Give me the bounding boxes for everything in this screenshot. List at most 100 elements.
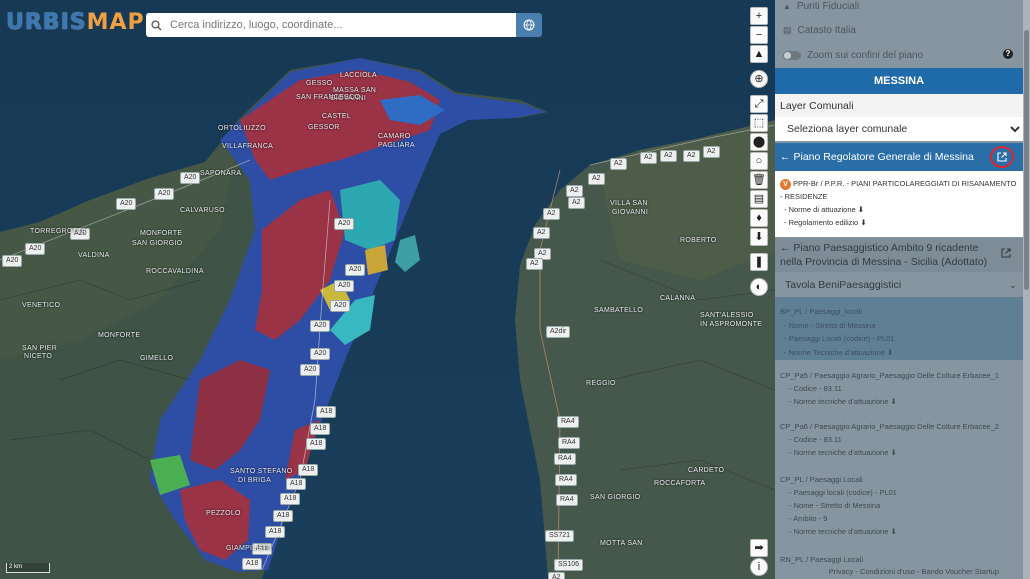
variant-badge: V (780, 178, 791, 190)
catasto-italia-row[interactable]: ▤ Catasto Italia (775, 22, 1023, 38)
search-bar (146, 13, 542, 37)
download-button[interactable]: ⬇ (750, 228, 768, 246)
arrow-left-icon: ← (780, 151, 791, 163)
group-line-link[interactable]: - Norme tecniche d'attuazione ⬇ (780, 446, 1018, 459)
measure-line-button[interactable]: ⤢ (750, 95, 768, 113)
place-label: SAN GIORGIO (132, 240, 183, 247)
place-label: CASTEL (322, 113, 352, 120)
place-label: SANTO STEFANO (230, 468, 293, 475)
place-label: CALVARUSO (180, 207, 225, 214)
prg-body: V PPR-Br / P.P.R. - PIANI PARTICOLAREGGIA… (775, 171, 1023, 237)
prg-regolamento-link[interactable]: - Regolamento edilizio ⬇ (780, 216, 1018, 229)
place-label: DI BRIGA (238, 477, 272, 484)
map-view[interactable]: A20 A20 A20 A20 A20 A20 A20 A20 A20 A20 A20 A20 A20 A… (0, 0, 775, 579)
triangle-icon: ▲ (783, 1, 791, 11)
road-badge: A20 (310, 348, 331, 360)
place-label: GESSOR (308, 124, 340, 131)
group-line-link[interactable]: - Norme tecniche d'attuazione ⬇ (780, 395, 1018, 408)
globe-icon[interactable] (516, 13, 542, 37)
road-badge: A18 (306, 438, 327, 450)
place-label: SAN GIORGIO (590, 494, 641, 501)
locate-button[interactable]: ⊕ (750, 70, 768, 88)
road-badge: A18 (273, 510, 294, 522)
prg-zone-text: PPR-Br / P.P.R. - PIANI PARTICOLAREGGIAT… (780, 179, 1017, 201)
place-label: REGGIO (586, 380, 616, 387)
prg-norme-link[interactable]: - Norme di attuazione ⬇ (780, 203, 1018, 216)
road-badge: A2 (588, 173, 605, 185)
road-badge: A2 (683, 150, 700, 162)
pin-button[interactable]: ♦ (750, 209, 768, 227)
place-label: TORREGROTTA (30, 228, 87, 235)
highlighted-feature-group: BP_PL / Paesaggi_locali - Nome - Stretto… (775, 297, 1023, 360)
map-canvas[interactable] (0, 0, 775, 579)
tavola-header[interactable]: Tavola BeniPaesaggistici ⌄ (775, 275, 1023, 295)
road-badge: SS106 (554, 559, 584, 571)
place-label: ORTOLIUZZO (218, 125, 266, 132)
road-badge: RA4 (555, 474, 577, 486)
zoom-confini-toggle[interactable] (783, 50, 801, 60)
feature-group: CP_PL / Paesaggi Locali - Paesaggi local… (775, 473, 1023, 538)
ppa-header[interactable]: ← Piano Paesaggistico Ambito 9 ricadente… (775, 238, 1023, 272)
road-badge: A18 (310, 423, 331, 435)
external-link-icon[interactable] (990, 146, 1014, 168)
layer-comunali-label: Layer Comunali (775, 94, 1023, 117)
road-badge: A20 (345, 264, 366, 276)
layers-button[interactable]: ◐ (750, 278, 768, 296)
punti-fiduciali-row[interactable]: ▲ Punti Fiduciali (775, 0, 1023, 13)
collapse-panel-button[interactable]: ➡ (750, 539, 768, 557)
place-label: GIMELLO (140, 355, 174, 362)
place-label: NICETO (24, 353, 53, 360)
help-icon[interactable]: ? (1003, 49, 1013, 59)
road-badge: A2 (610, 158, 627, 170)
search-input[interactable] (166, 13, 516, 37)
zoom-out-button[interactable]: − (750, 26, 768, 44)
road-badge: A2 (533, 227, 550, 239)
place-label: ROCCAFORTA (654, 480, 706, 487)
group-line: - Ambito - 9 (789, 514, 828, 523)
feature-group-title: RN_PL / Paesaggi Locali (780, 555, 864, 564)
select-area-button[interactable]: ⬚ (750, 114, 768, 132)
road-badge: A20 (334, 280, 355, 292)
road-badge: SS721 (545, 530, 575, 542)
info-button[interactable]: i (750, 558, 768, 576)
prg-header[interactable]: ← Piano Regolatore Generale di Messina (775, 143, 1023, 171)
external-link-icon[interactable] (1001, 248, 1011, 262)
group-line-link[interactable]: - Norme tecniche d'attuazione ⬇ (780, 525, 1018, 538)
group-line-link[interactable]: - Norme Tecniche d'attuazione ⬇ (780, 346, 1018, 360)
group-title: CP_Pa5 / Paesaggio Agrario_Paesaggio Del… (780, 371, 999, 380)
place-label: LACCIOLA (340, 72, 378, 79)
road-badge: A20 (25, 243, 46, 255)
road-badge: A20 (310, 320, 331, 332)
place-label: VILLAFRANCA (222, 143, 274, 150)
layer-comunale-select[interactable]: Seleziona layer comunale (775, 117, 1023, 141)
road-badge: A20 (334, 218, 355, 230)
panel-scrollbar[interactable] (1023, 0, 1030, 579)
draw-circle-button[interactable]: ○ (750, 152, 768, 170)
place-marker-button[interactable]: ⬤ (750, 133, 768, 151)
road-badge: A2 (548, 572, 565, 579)
road-badge: A2 (640, 152, 657, 164)
compass-button[interactable]: ▲ (750, 45, 768, 63)
arrow-left-icon: ← (780, 242, 791, 254)
place-label: SAN PIER (22, 345, 58, 352)
bookmark-button[interactable]: ❚ (750, 253, 768, 271)
place-label: MONFORTE (140, 230, 183, 237)
place-label: ROBERTO (680, 237, 717, 244)
search-icon (146, 13, 166, 37)
delete-button[interactable]: 🗑 (750, 171, 768, 189)
road-badge: A20 (154, 188, 175, 200)
road-badge: A18 (316, 406, 337, 418)
prg-title: Piano Regolatore Generale di Messina (793, 151, 974, 163)
place-label: SAN FRANCESCO (296, 94, 361, 101)
zoom-confini-label: Zoom sui confini del piano (807, 49, 924, 61)
zoom-in-button[interactable]: + (750, 7, 768, 25)
urbismap-logo[interactable]: URBISMAP (6, 10, 145, 35)
scrollbar-thumb[interactable] (1024, 30, 1029, 290)
footer-links[interactable]: Privacy - Condizioni d'uso - Bando Vouch… (775, 567, 1023, 576)
download-icon: ⬇ (890, 527, 897, 536)
road-badge: A2 (703, 146, 720, 158)
layer-select-wrapper: Seleziona layer comunale (775, 117, 1023, 141)
group-line: - Paesaggi locali (codice) - PL01 (789, 488, 897, 497)
print-button[interactable]: ▤ (750, 190, 768, 208)
place-label: CALANNA (660, 295, 696, 302)
